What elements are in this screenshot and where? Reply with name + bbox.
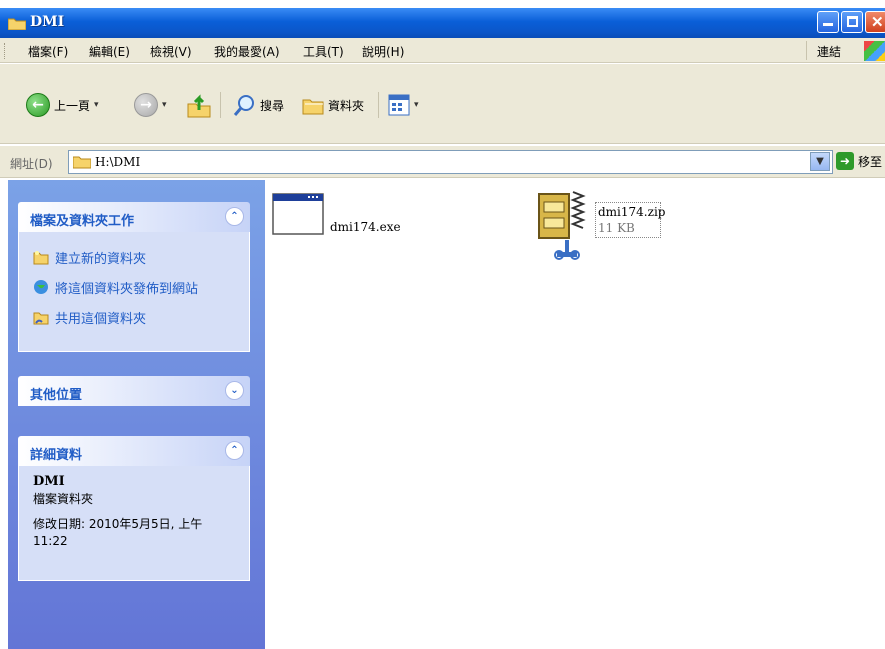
forward-button[interactable]: → ▾ <box>134 92 167 118</box>
folders-label: 資料夾 <box>328 98 365 113</box>
toolbar-separator <box>220 92 221 118</box>
collapse-icon[interactable]: ⌃ <box>225 441 244 460</box>
globe-icon <box>34 280 48 294</box>
exe-window-icon <box>272 193 324 235</box>
task-new-folder[interactable]: 建立新的資料夾 <box>19 242 249 272</box>
file-item[interactable]: dmi174.exe <box>272 188 401 239</box>
task-label: 將這個資料夾發佈到網站 <box>55 281 199 297</box>
up-folder-button[interactable] <box>186 92 212 118</box>
menu-grip <box>4 43 6 59</box>
expand-icon[interactable]: ⌄ <box>225 381 244 400</box>
address-dropdown-button[interactable]: ▼ <box>810 152 830 171</box>
address-path: H:\DMI <box>95 155 141 169</box>
address-bar: 網址(D) H:\DMI ▼ ➜ 移至 <box>0 146 885 178</box>
chevron-down-icon: ▼ <box>816 156 824 167</box>
task-label: 建立新的資料夾 <box>55 251 147 267</box>
windows-logo-icon <box>864 41 885 61</box>
menu-favorites[interactable]: 我的最愛(A) <box>214 43 280 60</box>
menu-bar: 檔案(F) 編輯(E) 檢視(V) 我的最愛(A) 工具(T) 說明(H) 連結 <box>0 38 885 63</box>
details-panel-header[interactable]: 詳細資料 ⌃ <box>18 436 250 466</box>
back-button[interactable]: ← 上一頁 ▾ <box>26 92 99 118</box>
up-folder-icon <box>187 94 211 118</box>
details-modified: 修改日期: 2010年5月5日, 上午 <box>33 517 203 531</box>
details-type: 檔案資料夾 <box>33 492 94 506</box>
search-label: 搜尋 <box>260 98 285 113</box>
file-size: 11 KB <box>598 221 635 235</box>
shared-folder-icon <box>33 312 49 325</box>
file-item[interactable]: dmi174.zip 11 KB <box>535 188 665 271</box>
search-icon <box>233 95 254 116</box>
views-dropdown-icon[interactable]: ▾ <box>414 100 419 110</box>
tasks-panel-body: 建立新的資料夾 將這個資料夾發佈到網站 共用這個資料夾 <box>18 232 250 352</box>
file-label-box: dmi174.zip 11 KB <box>595 202 665 238</box>
new-folder-icon <box>33 251 49 265</box>
details-name: DMI <box>33 474 65 489</box>
tasks-panel: 檔案及資料夾工作 ⌃ 建立新的資料夾 將這個資料夾發佈到網站 共用這個資料夾 <box>18 202 250 352</box>
maximize-button[interactable] <box>841 11 863 33</box>
explorer-window: DMI ✕ 檔案(F) 編輯(E) 檢視(V) 我的最愛(A) 工具(T) 說明… <box>0 0 885 649</box>
task-share-folder[interactable]: 共用這個資料夾 <box>19 302 249 332</box>
folders-button[interactable]: 資料夾 <box>302 92 364 118</box>
close-icon: ✕ <box>871 13 884 31</box>
go-label: 移至 <box>858 154 883 169</box>
details-panel-body: DMI 檔案資料夾 修改日期: 2010年5月5日, 上午 11:22 <box>18 466 250 581</box>
address-input[interactable]: H:\DMI <box>68 150 833 174</box>
forward-dropdown-icon[interactable]: ▾ <box>162 100 167 110</box>
minimize-icon <box>823 23 833 26</box>
details-modified-time: 11:22 <box>33 534 68 548</box>
address-label: 網址(D) <box>10 157 53 171</box>
folders-icon <box>302 99 324 115</box>
winzip-archive-icon <box>538 191 586 260</box>
maximize-icon <box>847 16 858 27</box>
back-label: 上一頁 <box>54 98 91 113</box>
tasks-panel-header[interactable]: 檔案及資料夾工作 ⌃ <box>18 202 250 232</box>
title-bar[interactable]: DMI ✕ <box>0 8 885 38</box>
menu-file[interactable]: 檔案(F) <box>28 43 68 60</box>
links-button[interactable]: 連結 <box>817 43 841 60</box>
toolbar-separator-2 <box>378 92 379 118</box>
toolbar: ← 上一頁 ▾ → ▾ 搜尋 資料夾 ▾ <box>0 64 885 144</box>
menu-tools[interactable]: 工具(T) <box>303 43 344 60</box>
task-label: 共用這個資料夾 <box>55 311 147 327</box>
menu-help[interactable]: 說明(H) <box>362 43 404 60</box>
menu-view[interactable]: 檢視(V) <box>150 43 192 60</box>
file-name: dmi174.zip <box>598 205 666 219</box>
window-title: DMI <box>30 14 65 30</box>
details-panel: 詳細資料 ⌃ DMI 檔案資料夾 修改日期: 2010年5月5日, 上午 11:… <box>18 436 250 581</box>
other-places-panel: 其他位置 ⌄ <box>18 376 250 406</box>
go-arrow-icon: ➜ <box>836 152 854 170</box>
search-button[interactable]: 搜尋 <box>232 92 284 118</box>
other-places-header[interactable]: 其他位置 ⌄ <box>18 376 250 406</box>
task-pane: 檔案及資料夾工作 ⌃ 建立新的資料夾 將這個資料夾發佈到網站 共用這個資料夾 其… <box>8 180 265 649</box>
views-button[interactable]: ▾ <box>388 92 419 118</box>
back-arrow-icon: ← <box>26 93 50 117</box>
other-places-title: 其他位置 <box>30 388 83 403</box>
close-button[interactable]: ✕ <box>865 11 885 33</box>
file-name: dmi174.exe <box>330 220 401 234</box>
folder-icon <box>7 17 27 34</box>
menu-separator <box>806 41 807 60</box>
back-dropdown-icon[interactable]: ▾ <box>94 100 99 110</box>
folder-icon <box>72 155 92 172</box>
collapse-icon[interactable]: ⌃ <box>225 207 244 226</box>
forward-arrow-icon: → <box>134 93 158 117</box>
tasks-panel-title: 檔案及資料夾工作 <box>30 214 135 229</box>
details-panel-title: 詳細資料 <box>30 448 83 463</box>
task-publish-web[interactable]: 將這個資料夾發佈到網站 <box>19 272 249 302</box>
menu-edit[interactable]: 編輯(E) <box>89 43 130 60</box>
views-icon <box>388 94 410 116</box>
go-button[interactable]: ➜ 移至 <box>836 152 882 170</box>
minimize-button[interactable] <box>817 11 839 33</box>
